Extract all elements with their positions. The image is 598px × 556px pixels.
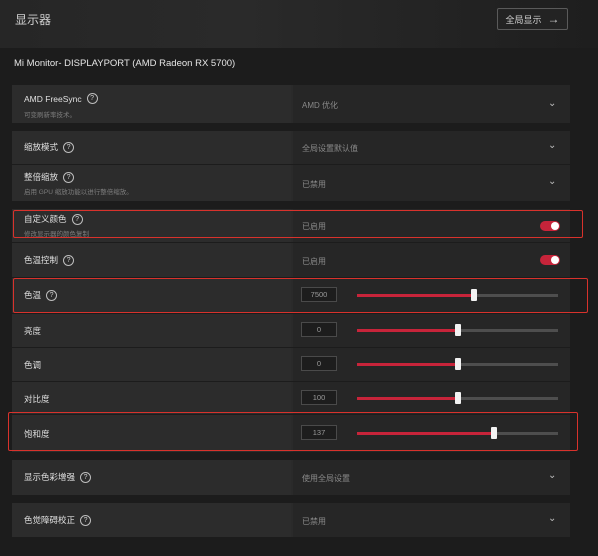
slider-thumb[interactable] [454, 358, 461, 370]
setting-row-contrast: 对比度 100 [12, 382, 570, 414]
color-temp-label: 色温? [24, 289, 58, 301]
setting-row-color-blind: 色觉障碍校正? 已禁用 ⌄ [12, 503, 570, 537]
help-icon[interactable]: ? [80, 471, 92, 483]
setting-row-color-temp: 色温? 7500 [12, 278, 570, 313]
color-enhance-label: 显示色彩增强? [24, 471, 92, 483]
arrow-right-icon: → [547, 12, 560, 26]
slider-fill [357, 432, 494, 435]
brightness-slider[interactable] [357, 324, 558, 336]
setting-row-color-enhance: 显示色彩增强? 使用全局设置 ⌄ [12, 460, 570, 495]
monitor-name: Mi Monitor- DISPLAYPORT (AMD Radeon RX 5… [14, 58, 236, 69]
custom-color-label: 自定义颜色? [24, 213, 83, 225]
slider-fill [357, 363, 458, 366]
setting-row-color-temp-control: 色温控制? 已启用 [12, 243, 570, 277]
chevron-down-icon[interactable]: ⌄ [548, 140, 556, 151]
freesync-sublabel: 可变刷新率技术。 [24, 112, 76, 119]
color-temp-control-label: 色温控制? [24, 254, 75, 266]
setting-row-scaling-mode: 缩放模式? 全局设置默认值 ⌄ [12, 131, 570, 164]
brightness-input[interactable]: 0 [301, 322, 337, 337]
help-icon[interactable]: ? [80, 514, 92, 526]
slider-fill [357, 294, 474, 297]
help-icon[interactable]: ? [46, 289, 58, 301]
color-temp-control-toggle[interactable] [540, 255, 560, 265]
global-display-button[interactable]: 全局显示 → [497, 8, 568, 30]
scaling-mode-label: 缩放模式? [24, 141, 75, 153]
contrast-input[interactable]: 100 [301, 390, 337, 405]
help-icon[interactable]: ? [63, 141, 75, 153]
chevron-down-icon[interactable]: ⌄ [548, 470, 556, 481]
color-blind-label: 色觉障碍校正? [24, 514, 92, 526]
hue-input[interactable]: 0 [301, 356, 337, 371]
custom-color-status: 已启用 [302, 222, 326, 231]
chevron-down-icon[interactable]: ⌄ [548, 176, 556, 187]
slider-fill [357, 329, 458, 332]
chevron-down-icon[interactable]: ⌄ [548, 98, 556, 109]
help-icon[interactable]: ? [63, 254, 75, 266]
page-title: 显示器 [15, 13, 52, 27]
saturation-input[interactable]: 137 [301, 425, 337, 440]
setting-row-integer-scaling: 整倍缩放? 启用 GPU 缩放功能以进行整倍缩放。 已禁用 ⌄ [12, 165, 570, 201]
scaling-mode-dropdown[interactable]: 全局设置默认值 [302, 143, 358, 154]
color-enhance-dropdown[interactable]: 使用全局设置 [302, 473, 350, 484]
color-temp-slider[interactable] [357, 289, 558, 301]
hue-label: 色调 [24, 360, 42, 370]
color-temp-input[interactable]: 7500 [301, 287, 337, 302]
integer-scaling-label: 整倍缩放? [24, 171, 75, 183]
contrast-label: 对比度 [24, 394, 50, 404]
slider-fill [357, 397, 458, 400]
help-icon[interactable]: ? [63, 171, 75, 183]
integer-scaling-dropdown[interactable]: 已禁用 [302, 179, 326, 190]
chevron-down-icon[interactable]: ⌄ [548, 513, 556, 524]
setting-row-hue: 色调 0 [12, 348, 570, 381]
help-icon[interactable]: ? [71, 213, 83, 225]
slider-thumb[interactable] [490, 427, 497, 439]
slider-thumb[interactable] [454, 392, 461, 404]
setting-row-custom-color: 自定义颜色? 修改显示器的颜色复制 已启用 [12, 209, 570, 242]
color-blind-dropdown[interactable]: 已禁用 [302, 516, 326, 527]
slider-thumb[interactable] [454, 324, 461, 336]
integer-scaling-sublabel: 启用 GPU 缩放功能以进行整倍缩放。 [24, 189, 133, 196]
freesync-label: AMD FreeSync? [24, 93, 98, 104]
contrast-slider[interactable] [357, 392, 558, 404]
brightness-label: 亮度 [24, 326, 42, 336]
hue-slider[interactable] [357, 358, 558, 370]
saturation-label: 饱和度 [24, 429, 50, 439]
setting-row-saturation: 饱和度 137 [12, 415, 570, 452]
saturation-slider[interactable] [357, 427, 558, 439]
freesync-dropdown[interactable]: AMD 优化 [302, 100, 338, 111]
slider-thumb[interactable] [470, 289, 477, 301]
custom-color-toggle[interactable] [540, 221, 560, 231]
setting-row-brightness: 亮度 0 [12, 314, 570, 347]
global-display-label: 全局显示 [505, 14, 542, 25]
help-icon[interactable]: ? [86, 93, 98, 104]
color-temp-control-status: 已启用 [302, 257, 326, 266]
setting-row-freesync: AMD FreeSync? 可变刷新率技术。 AMD 优化 ⌄ [12, 85, 570, 123]
custom-color-sublabel: 修改显示器的颜色复制 [24, 231, 89, 238]
